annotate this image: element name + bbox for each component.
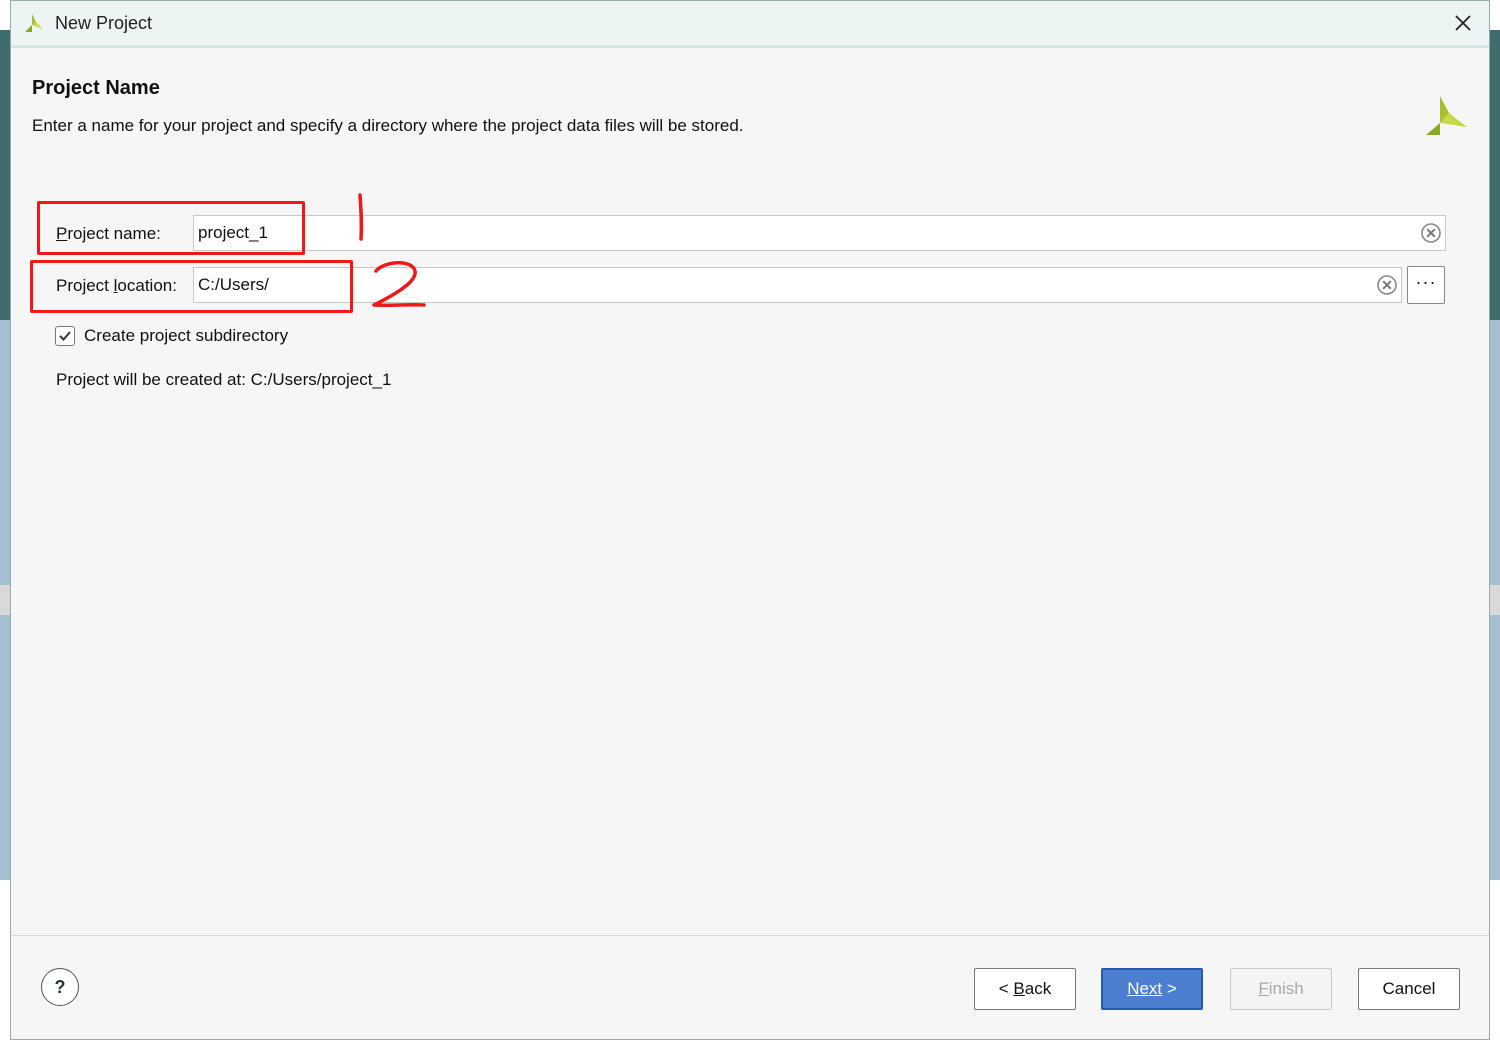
project-name-field[interactable] bbox=[193, 215, 1446, 251]
annotation-number-1: 1 bbox=[358, 193, 364, 241]
create-subdirectory-label: Create project subdirectory bbox=[84, 326, 289, 345]
project-name-input[interactable] bbox=[198, 216, 1409, 250]
vivado-logo-icon bbox=[25, 14, 43, 32]
close-icon[interactable] bbox=[1449, 9, 1477, 37]
vivado-logo-icon bbox=[1426, 96, 1467, 135]
help-button[interactable]: ? bbox=[41, 968, 79, 1006]
clear-icon[interactable] bbox=[1421, 223, 1441, 243]
annotation-box-2 bbox=[30, 260, 353, 313]
footer-divider bbox=[11, 935, 1489, 936]
page-description: Enter a name for your project and specif… bbox=[32, 116, 744, 135]
project-path-preview: Project will be created at: C:/Users/pro… bbox=[56, 370, 392, 389]
page-title: Project Name bbox=[32, 77, 160, 99]
back-button[interactable]: < Back bbox=[974, 968, 1076, 1010]
annotation-box-1 bbox=[37, 201, 305, 255]
browse-button[interactable]: ··· bbox=[1407, 266, 1445, 304]
finish-button[interactable]: Finish bbox=[1230, 968, 1332, 1010]
cancel-button[interactable]: Cancel bbox=[1358, 968, 1460, 1010]
next-button[interactable]: Next > bbox=[1101, 968, 1203, 1010]
annotation-number-2: 2 bbox=[372, 261, 426, 308]
checkmark-icon bbox=[59, 331, 71, 341]
window-title: New Project bbox=[55, 13, 153, 33]
new-project-dialog: New Project Project Name Enter a name fo… bbox=[10, 0, 1490, 1040]
clear-icon[interactable] bbox=[1377, 275, 1397, 295]
create-subdirectory-checkbox[interactable] bbox=[55, 326, 75, 346]
title-bar: New Project bbox=[11, 1, 1489, 48]
